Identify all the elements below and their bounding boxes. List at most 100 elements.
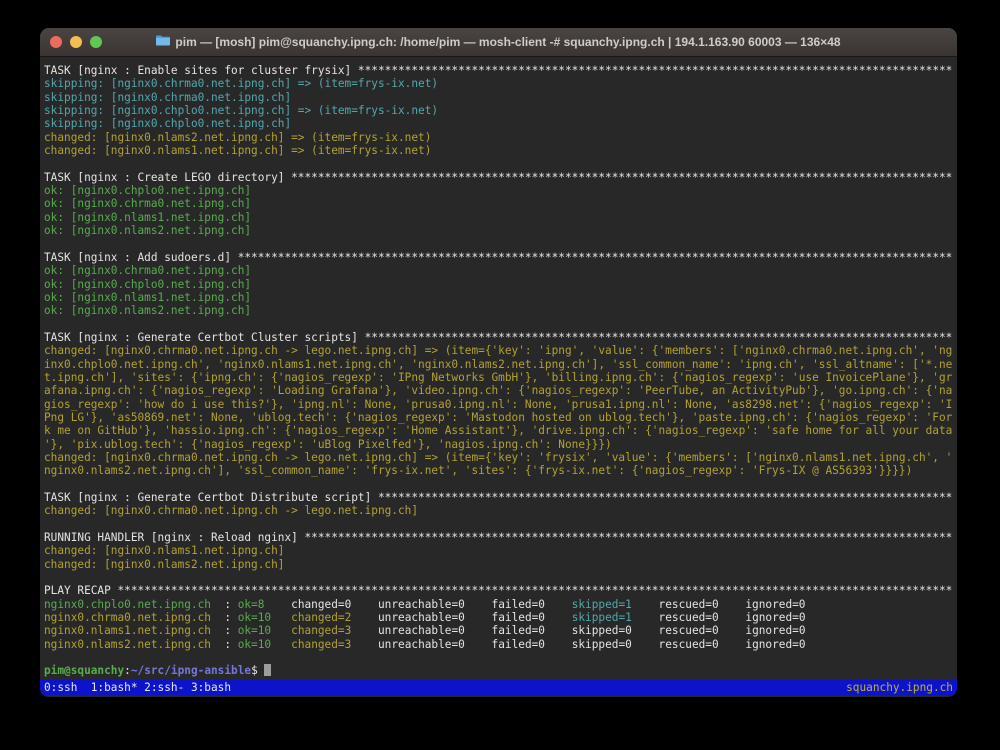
terminal-text-segment: skipped=1: [572, 598, 632, 611]
close-button[interactable]: [50, 36, 62, 48]
terminal-text-segment: TASK [nginx : Generate Certbot Distribut…: [44, 491, 378, 504]
terminal-text-segment: [465, 611, 492, 624]
terminal-text-segment: ok: [nginx0.chplo0.net.ipng.ch]: [44, 184, 251, 197]
terminal-text-segment: '}, 'pix.ublog.tech': {'nagios_regexp': …: [44, 438, 612, 451]
terminal-text-segment: rescued=0: [659, 638, 719, 651]
terminal-text-segment: PLAY RECAP: [44, 584, 117, 597]
terminal-text-segment: [719, 598, 746, 611]
terminal-text-segment: changed=2: [291, 611, 351, 624]
terminal-text-segment: [632, 598, 659, 611]
terminal-line: '}, 'pix.ublog.tech': {'nagios_regexp': …: [44, 438, 954, 451]
terminal-text-segment: changed=3: [291, 624, 351, 637]
terminal-text-segment: [545, 611, 572, 624]
terminal-text-segment: skipped=0: [572, 638, 632, 651]
terminal-text-segment: ****************************************…: [117, 584, 952, 597]
terminal-text-segment: [632, 638, 659, 651]
terminal-line: [44, 237, 954, 250]
terminal-text-segment: ~/src/ipng-ansible: [131, 664, 251, 677]
terminal-text-segment: ignored=0: [745, 611, 805, 624]
terminal-text-segment: ok=10: [238, 638, 271, 651]
terminal-text-segment: ignored=0: [745, 638, 805, 651]
terminal-text-segment: [632, 611, 659, 624]
terminal-line: afana.ipng.ch': {'nagios_regexp': 'Loadi…: [44, 384, 954, 397]
terminal-line: ok: [nginx0.chplo0.net.ipng.ch]: [44, 184, 954, 197]
terminal-text-segment: [545, 598, 572, 611]
terminal-text-segment: changed: [nginx0.chrma0.net.ipng.ch -> l…: [44, 451, 952, 464]
terminal-text-segment: ****************************************…: [365, 331, 953, 344]
window-titlebar[interactable]: pim — [mosh] pim@squanchy.ipng.ch: /home…: [40, 28, 957, 57]
terminal-text-segment: nginx0.chrma0.net.ipng.ch: [44, 611, 211, 624]
terminal-text-segment: [632, 624, 659, 637]
prompt-line: pim@squanchy:~/src/ipng-ansible$: [44, 664, 954, 677]
terminal-line: nginx0.nlams1.net.ipng.ch : ok=10 change…: [44, 624, 954, 637]
terminal-text-segment: ok: [nginx0.chplo0.net.ipng.ch]: [44, 278, 251, 291]
terminal-text-segment: ****************************************…: [358, 64, 952, 77]
terminal-text-segment: [719, 638, 746, 651]
terminal-text-segment: inx0.chplo0.net.ipng.ch', 'nginx0.nlams1…: [44, 358, 952, 371]
terminal-line: TASK [nginx : Create LEGO directory] ***…: [44, 171, 954, 184]
terminal-line: [44, 571, 954, 584]
terminal-line: nginx0.nlams2.net.ipng.ch : ok=10 change…: [44, 638, 954, 651]
terminal-text-segment: :: [211, 598, 238, 611]
terminal-text-segment: failed=0: [492, 638, 545, 651]
terminal-line: changed: [nginx0.nlams1.net.ipng.ch]: [44, 544, 954, 557]
terminal-text-segment: TASK [nginx : Generate Certbot Cluster s…: [44, 331, 365, 344]
terminal-text-segment: ok: [nginx0.nlams1.net.ipng.ch]: [44, 291, 251, 304]
terminal-text-segment: TASK [nginx : Create LEGO directory]: [44, 171, 291, 184]
terminal-text-segment: pim@squanchy: [44, 664, 124, 677]
terminal-text-segment: changed: [nginx0.chrma0.net.ipng.ch -> l…: [44, 504, 418, 517]
terminal-text-segment: failed=0: [492, 624, 545, 637]
terminal-text-segment: skipped=0: [572, 624, 632, 637]
terminal-text-segment: [271, 611, 291, 624]
terminal-line: skipping: [nginx0.chplo0.net.ipng.ch] =>…: [44, 104, 954, 117]
terminal-line: ok: [nginx0.chrma0.net.ipng.ch]: [44, 264, 954, 277]
terminal-text-segment: failed=0: [492, 598, 545, 611]
terminal-text-segment: [351, 611, 378, 624]
terminal-text-segment: changed: [nginx0.nlams2.net.ipng.ch] => …: [44, 131, 431, 144]
terminal-text-segment: [264, 598, 291, 611]
terminal-text-segment: t.ipng.ch'], 'sites': {'ipng.ch': {'nagi…: [44, 371, 952, 384]
terminal-text-segment: k me on GitHub'}, 'hassio.ipng.ch': {'na…: [44, 424, 952, 437]
terminal-text-segment: ****************************************…: [378, 491, 952, 504]
terminal-text-segment: :: [211, 624, 238, 637]
terminal-text-segment: [271, 624, 291, 637]
window-title-text: pim — [mosh] pim@squanchy.ipng.ch: /home…: [175, 35, 840, 49]
traffic-lights: [50, 28, 102, 56]
terminal-line: TASK [nginx : Add sudoers.d] ***********…: [44, 251, 954, 264]
terminal-text-segment: ok: [nginx0.chrma0.net.ipng.ch]: [44, 264, 251, 277]
minimize-button[interactable]: [70, 36, 82, 48]
terminal-text-segment: rescued=0: [659, 611, 719, 624]
cursor: [264, 664, 271, 676]
terminal-text-segment: :: [211, 611, 238, 624]
terminal-line: ok: [nginx0.nlams2.net.ipng.ch]: [44, 304, 954, 317]
terminal-line: changed: [nginx0.nlams2.net.ipng.ch]: [44, 558, 954, 571]
terminal-line: PLAY RECAP *****************************…: [44, 584, 954, 597]
terminal-text-segment: [545, 624, 572, 637]
terminal-line: changed: [nginx0.nlams2.net.ipng.ch] => …: [44, 131, 954, 144]
terminal-line: ok: [nginx0.nlams1.net.ipng.ch]: [44, 291, 954, 304]
terminal-output[interactable]: TASK [nginx : Enable sites for cluster f…: [40, 57, 957, 680]
terminal-line: skipping: [nginx0.chrma0.net.ipng.ch]: [44, 91, 954, 104]
terminal-text-segment: $: [251, 664, 264, 677]
terminal-line: ok: [nginx0.chplo0.net.ipng.ch]: [44, 278, 954, 291]
terminal-text-segment: nginx0.nlams1.net.ipng.ch: [44, 624, 211, 637]
screen-window-list: 0:ssh 1:bash* 2:ssh- 3:bash: [44, 681, 231, 694]
zoom-button[interactable]: [90, 36, 102, 48]
terminal-line: nginx0.chplo0.net.ipng.ch : ok=8 changed…: [44, 598, 954, 611]
terminal-text-segment: unreachable=0: [378, 638, 465, 651]
terminal-text-segment: rescued=0: [659, 624, 719, 637]
terminal-text-segment: [465, 624, 492, 637]
terminal-line: ok: [nginx0.nlams2.net.ipng.ch]: [44, 224, 954, 237]
terminal-line: [44, 518, 954, 531]
terminal-text-segment: skipped=1: [572, 611, 632, 624]
terminal-line: skipping: [nginx0.chrma0.net.ipng.ch] =>…: [44, 77, 954, 90]
terminal-text-segment: ok=10: [238, 624, 271, 637]
terminal-text-segment: ok: [nginx0.nlams2.net.ipng.ch]: [44, 224, 251, 237]
terminal-line: [44, 318, 954, 331]
terminal-line: changed: [nginx0.chrma0.net.ipng.ch -> l…: [44, 344, 954, 357]
terminal-text-segment: ignored=0: [745, 624, 805, 637]
terminal-text-segment: skipping: [nginx0.chrma0.net.ipng.ch] =>…: [44, 77, 438, 90]
terminal-line: t.ipng.ch'], 'sites': {'ipng.ch': {'nagi…: [44, 371, 954, 384]
terminal-line: TASK [nginx : Generate Certbot Cluster s…: [44, 331, 954, 344]
terminal-text-segment: changed: [nginx0.chrma0.net.ipng.ch -> l…: [44, 344, 952, 357]
